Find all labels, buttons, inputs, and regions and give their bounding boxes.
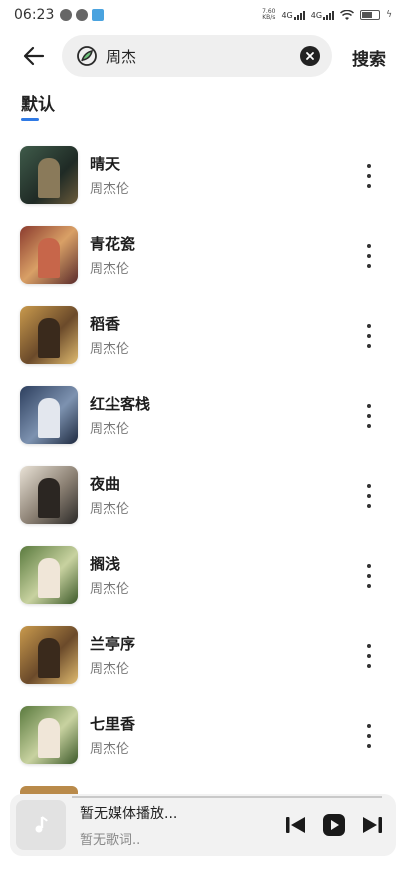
previous-button[interactable] [284, 813, 308, 837]
status-bar: 06:23 7.60 KB/s 4G 4G ϟ [0, 0, 406, 30]
song-title: 搁浅 [90, 555, 121, 573]
music-note-icon [35, 816, 48, 833]
song-artist: 周杰伦 [90, 582, 130, 597]
album-cover [20, 226, 78, 284]
song-list: 晴天 周杰伦 青花瓷 周杰伦 稻香 周杰伦 红尘客栈 周杰伦 夜曲 周杰伦 搁浅 周杰伦 兰… [0, 135, 406, 775]
more-options-button[interactable] [358, 724, 380, 748]
back-button[interactable] [12, 34, 56, 78]
signal-2-label: 4G [310, 10, 323, 20]
chat-notification-icon [60, 9, 73, 21]
song-item[interactable]: 搁浅 周杰伦 [0, 535, 406, 615]
signal-2-bars-icon [323, 10, 335, 20]
album-cover [20, 706, 78, 764]
battery-icon [360, 10, 381, 20]
song-title: 晴天 [90, 155, 121, 173]
song-item[interactable]: 晴天 周杰伦 [0, 135, 406, 215]
song-title: 红尘客栈 [90, 395, 151, 413]
player-title: 暂无媒体播放... [80, 805, 178, 822]
song-title: 兰亭序 [90, 635, 136, 653]
skip-next-icon [363, 817, 382, 833]
signal-1-bars-icon [293, 10, 305, 20]
player-progress-bar[interactable] [72, 796, 382, 798]
clear-icon [306, 52, 314, 60]
leaf-logo-icon [77, 46, 97, 66]
mini-player[interactable]: 暂无媒体播放... 暂无歌词.. [10, 794, 396, 856]
player-artwork [16, 800, 66, 850]
back-arrow-icon [23, 46, 45, 66]
partial-album-cover [20, 786, 78, 794]
tab-indicator [21, 118, 39, 121]
album-cover [20, 466, 78, 524]
album-cover [20, 306, 78, 364]
song-item[interactable]: 兰亭序 周杰伦 [0, 615, 406, 695]
more-options-button[interactable] [358, 644, 380, 668]
search-box[interactable] [62, 35, 332, 77]
song-artist: 周杰伦 [90, 342, 130, 357]
song-title: 青花瓷 [90, 235, 136, 253]
song-item[interactable]: 红尘客栈 周杰伦 [0, 375, 406, 455]
album-cover [20, 386, 78, 444]
signal-1-label: 4G [281, 10, 293, 20]
signal-2: 4G [310, 10, 335, 20]
song-artist: 周杰伦 [90, 262, 130, 277]
more-options-button[interactable] [358, 244, 380, 268]
album-cover [20, 626, 78, 684]
message-notification-icon [92, 9, 105, 21]
song-item[interactable]: 夜曲 周杰伦 [0, 455, 406, 535]
skip-previous-icon [286, 817, 305, 833]
album-cover [20, 146, 78, 204]
song-artist: 周杰伦 [90, 422, 130, 437]
app-notification-icon [76, 9, 89, 21]
search-button[interactable]: 搜索 [352, 45, 386, 70]
charging-icon: ϟ [386, 10, 392, 20]
song-item[interactable]: 稻香 周杰伦 [0, 295, 406, 375]
net-speed: 7.60 KB/s [262, 8, 276, 21]
song-title: 夜曲 [90, 475, 121, 493]
album-cover [20, 546, 78, 604]
song-item[interactable]: 青花瓷 周杰伦 [0, 215, 406, 295]
song-title: 稻香 [90, 315, 121, 333]
clear-button[interactable] [300, 46, 320, 66]
more-options-button[interactable] [358, 404, 380, 428]
song-artist: 周杰伦 [90, 662, 130, 677]
more-options-button[interactable] [358, 164, 380, 188]
next-button[interactable] [360, 813, 384, 837]
song-artist: 周杰伦 [90, 182, 130, 197]
status-time: 06:23 [14, 7, 55, 23]
status-indicators: 7.60 KB/s 4G 4G ϟ [262, 9, 392, 21]
notification-icons [60, 9, 105, 21]
tab-default[interactable]: 默认 [21, 90, 55, 115]
song-item[interactable]: 七里香 周杰伦 [0, 695, 406, 775]
play-button[interactable] [322, 813, 346, 837]
search-header: 搜索 [0, 33, 406, 79]
play-icon [323, 814, 345, 836]
wifi-icon [340, 9, 355, 20]
more-options-button[interactable] [358, 564, 380, 588]
song-title: 七里香 [90, 715, 136, 733]
player-lyric: 暂无歌词.. [80, 832, 141, 848]
more-options-button[interactable] [358, 324, 380, 348]
search-input[interactable] [106, 47, 276, 65]
song-artist: 周杰伦 [90, 742, 130, 757]
signal-1: 4G [281, 10, 305, 20]
more-options-button[interactable] [358, 484, 380, 508]
song-artist: 周杰伦 [90, 502, 130, 517]
